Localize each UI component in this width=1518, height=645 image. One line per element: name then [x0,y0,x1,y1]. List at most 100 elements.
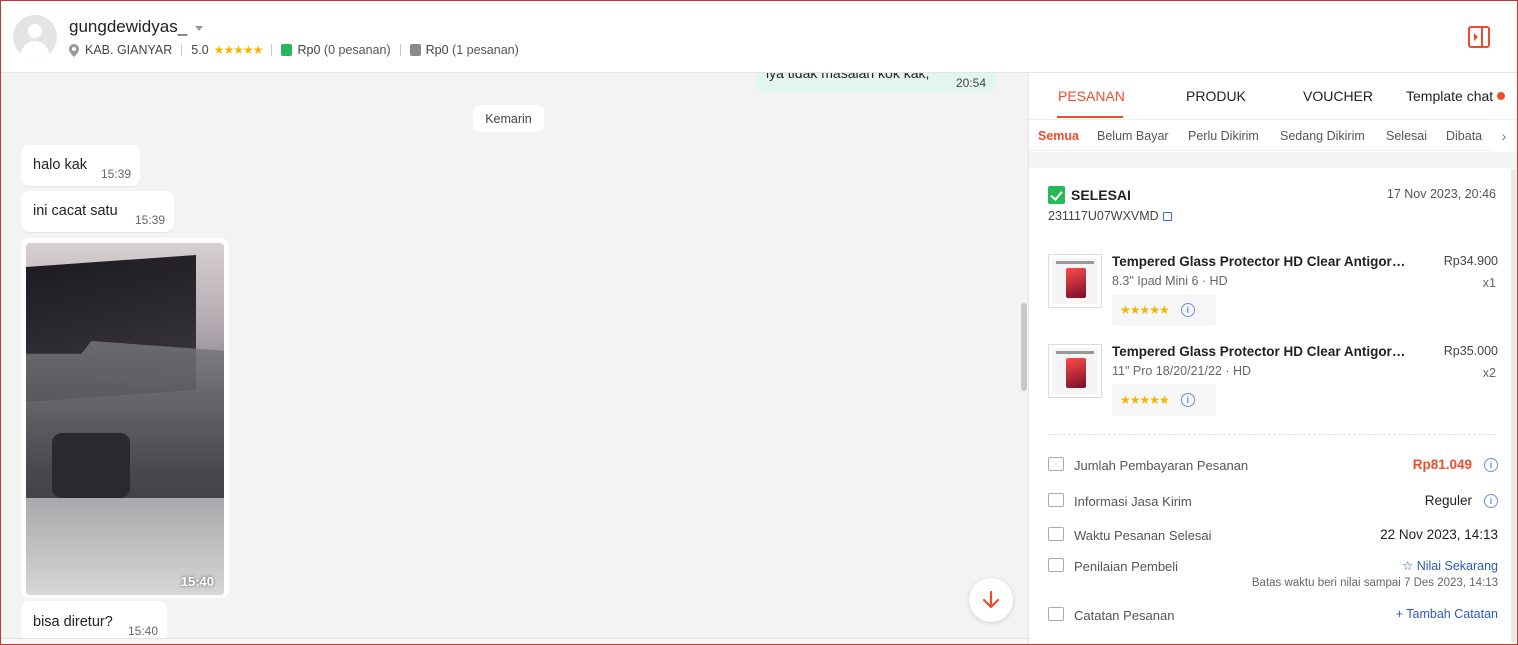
active-tab-indicator [1057,116,1123,118]
incoming-message: halo kak 15:39 [21,145,140,186]
product-quantity: x2 [1482,366,1496,380]
chat-area: iya tidak masalah kok kak, 20:54 Kemarin… [1,73,1028,644]
avatar[interactable] [13,15,57,59]
rate-now-link[interactable]: ☆ Nilai Sekarang [1402,558,1498,573]
filter-belum-bayar[interactable]: Belum Bayar [1097,129,1169,143]
payment-total: Rp81.049 i [1413,457,1498,472]
row-value: 22 Nov 2023, 14:13 [1380,527,1498,542]
location-pin-icon [69,43,79,57]
incoming-message: ini cacat satu 15:39 [21,191,174,232]
panel-scrollbar[interactable] [1511,169,1516,643]
product-name: Tempered Glass Protector HD Clear Antigo… [1112,344,1412,359]
order-card: SELESAI 17 Nov 2023, 20:46 231117U07WXVM… [1029,168,1517,644]
rating-stars-icon: ★★★★★ [1120,393,1170,407]
info-icon[interactable]: i [1180,393,1195,407]
order-filter-tabs: Semua Belum Bayar Perlu Dikirim Sedang D… [1029,119,1517,151]
status-label: SELESAI [1071,187,1131,203]
order-note-row: Catatan Pesanan + Tambah Catatan [1048,606,1498,628]
completed-amount: Rp0 [297,43,321,57]
row-label: Catatan Pesanan [1074,608,1175,623]
panel-tabs: PESANAN PRODUK VOUCHER Template chat [1029,73,1517,119]
note-icon [1048,607,1064,621]
product-name: Tempered Glass Protector HD Clear Antigo… [1112,254,1412,269]
completed-orders: (0 pesanan) [323,43,391,57]
message-text: ini cacat satu [33,203,118,219]
product-thumbnail [1048,344,1102,398]
filter-sedang-dikirim[interactable]: Sedang Dikirim [1280,129,1365,143]
row-label: Informasi Jasa Kirim [1074,494,1192,509]
row-label: Waktu Pesanan Selesai [1074,528,1212,543]
order-id[interactable]: 231117U07WXVMD [1048,209,1172,223]
external-link-icon[interactable] [1162,212,1172,221]
chevron-right-icon[interactable]: › [1491,121,1517,151]
product-quantity: x1 [1482,276,1496,290]
review-icon [1048,558,1064,572]
collapse-panel-icon[interactable] [1467,25,1491,49]
app-window: gungdewidyas_ KAB. GIANYAR 5.0 ★★★★★ Rp0… [0,0,1518,645]
completion-time-row: Waktu Pesanan Selesai 22 Nov 2023, 14:13 [1048,526,1498,548]
tab-pesanan[interactable]: PESANAN [1058,88,1125,104]
message-time: 15:39 [100,167,131,181]
cancelled-order-icon [409,44,421,56]
completed-check-icon [1048,186,1065,204]
cancelled-amount: Rp0 [425,43,449,57]
scroll-to-bottom-button[interactable] [969,578,1013,622]
product-thumbnail [1048,254,1102,308]
tab-label: Template chat [1406,88,1494,104]
message-time: 20:54 [955,76,986,90]
chat-header: gungdewidyas_ KAB. GIANYAR 5.0 ★★★★★ Rp0… [1,1,1517,73]
filter-semua[interactable]: Semua [1038,129,1079,143]
chat-input-edge [1,638,1028,644]
message-text: halo kak [33,157,88,173]
info-icon[interactable]: i [1180,303,1195,317]
message-time: 15:40 [127,624,158,638]
order-date: 17 Nov 2023, 20:46 [1386,187,1496,201]
filter-perlu-dikirim[interactable]: Perlu Dikirim [1188,129,1259,143]
calendar-icon [1048,527,1064,541]
row-value: Reguler [1424,493,1472,508]
message-time: 15:40 [180,574,214,589]
message-time: 15:39 [134,213,165,227]
product-price: Rp35.000 [1443,344,1498,358]
product-rating: ★★★★★ i [1112,294,1216,326]
tab-produk[interactable]: PRODUK [1186,88,1246,104]
product-item[interactable]: Tempered Glass Protector HD Clear Antigo… [1048,254,1498,334]
message-photo[interactable]: 15:40 [26,243,224,595]
arrow-down-icon [982,590,1000,609]
add-note-link[interactable]: + Tambah Catatan [1396,607,1498,621]
shipping-service: Reguler i [1425,493,1498,508]
review-deadline: Batas waktu beri nilai sampai 7 Des 2023… [1251,577,1498,589]
date-separator: Kemarin [473,105,544,132]
tab-template-chat[interactable]: Template chat [1406,88,1506,104]
row-label: Penilaian Pembeli [1074,559,1179,574]
filter-dibatalkan[interactable]: Dibata [1446,129,1482,143]
notification-dot [1497,92,1506,100]
row-value: Rp81.049 [1412,457,1472,472]
buyer-meta: KAB. GIANYAR 5.0 ★★★★★ Rp0 (0 pesanan) R… [69,43,519,57]
rating-stars-icon: ★★★★★ [1120,303,1170,317]
order-id-text: 231117U07WXVMD [1048,209,1159,223]
row-label: Jumlah Pembayaran Pesanan [1074,458,1249,473]
username: gungdewidyas_ [69,17,188,36]
cancelled-orders: (1 pesanan) [452,43,519,57]
image-message[interactable]: 15:40 [21,238,229,598]
info-icon[interactable]: i [1484,457,1498,472]
payment-total-row: Jumlah Pembayaran Pesanan Rp81.049 i [1048,456,1498,478]
filter-selesai[interactable]: Selesai [1386,129,1427,143]
buyer-location: KAB. GIANYAR [85,43,173,57]
tab-voucher[interactable]: VOUCHER [1303,88,1373,104]
message-text: bisa diretur? [33,614,113,630]
product-item[interactable]: Tempered Glass Protector HD Clear Antigo… [1048,344,1498,424]
payment-icon [1048,457,1064,471]
chat-scrollbar[interactable] [1021,303,1027,391]
buyer-rating: 5.0 [191,43,209,57]
username-dropdown[interactable]: gungdewidyas_ [69,17,204,37]
message-text: iya tidak masalah kok kak, [766,73,930,81]
caret-down-icon [195,25,204,31]
product-variant: 8.3" Ipad Mini 6 · HD [1112,274,1228,288]
incoming-message: bisa diretur? 15:40 [21,601,167,642]
truck-icon [1048,493,1064,507]
product-rating: ★★★★★ i [1112,384,1216,416]
completed-order-icon [281,44,293,56]
info-icon[interactable]: i [1484,493,1498,508]
